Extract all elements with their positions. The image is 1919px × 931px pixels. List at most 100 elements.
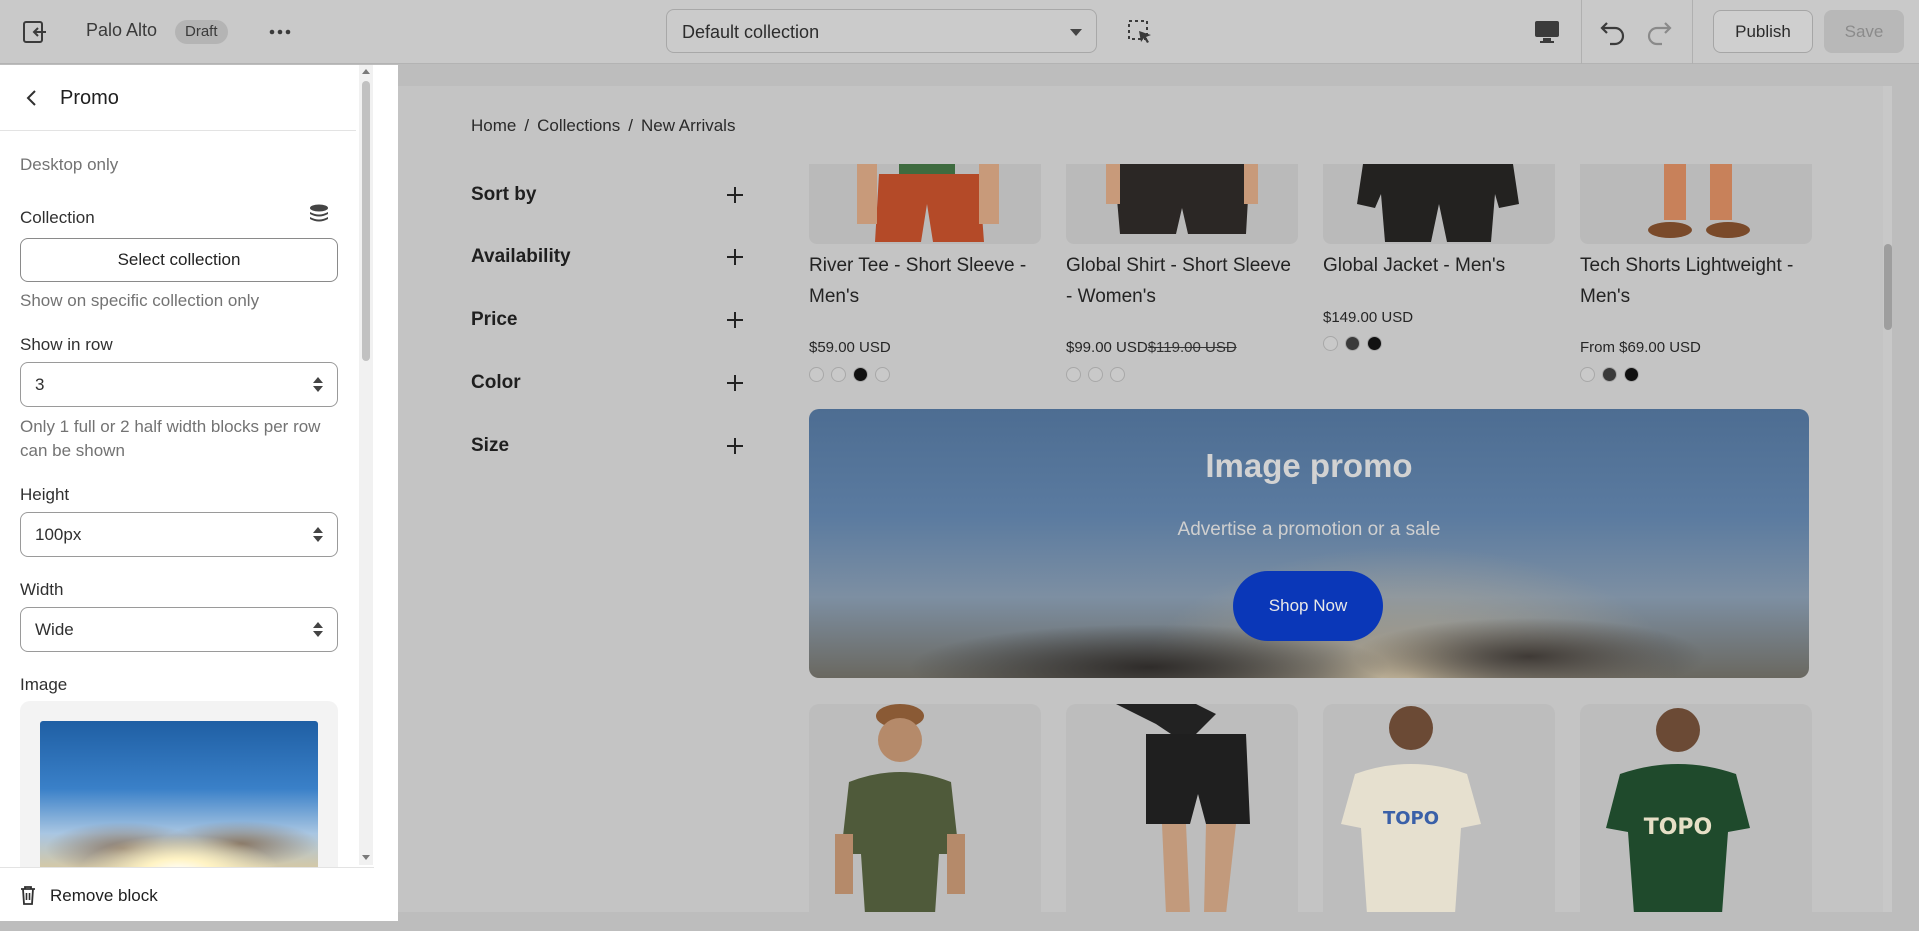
product-card[interactable]: TOPO: [1323, 704, 1555, 912]
color-swatch[interactable]: [809, 367, 824, 382]
remove-block-label: Remove block: [50, 886, 158, 905]
image-picker[interactable]: [20, 701, 338, 871]
select-arrows-icon: [313, 527, 323, 543]
scroll-down-icon[interactable]: [362, 855, 370, 860]
desktop-preview-icon[interactable]: [1532, 18, 1562, 46]
product-image[interactable]: [809, 164, 1041, 244]
panel-scrollbar-thumb[interactable]: [362, 81, 370, 361]
promo-title: Image promo: [1205, 447, 1413, 484]
filter-color[interactable]: Color: [471, 368, 743, 398]
color-swatch[interactable]: [875, 367, 890, 382]
collection-selector[interactable]: Default collection: [666, 9, 1097, 53]
filter-label: Availability: [471, 246, 571, 267]
height-label: Height: [20, 485, 70, 504]
product-image[interactable]: [1580, 164, 1812, 244]
breadcrumb-separator: /: [524, 116, 530, 135]
product-price-value: $99.00 USD: [1066, 339, 1148, 356]
more-options-icon[interactable]: [266, 18, 294, 46]
filter-size[interactable]: Size: [471, 431, 743, 461]
color-swatch[interactable]: [1323, 336, 1338, 351]
width-label: Width: [20, 580, 64, 599]
color-swatch[interactable]: [853, 367, 868, 382]
color-swatch[interactable]: [1602, 367, 1617, 382]
breadcrumb-home[interactable]: Home: [471, 116, 516, 135]
dynamic-source-icon[interactable]: [308, 203, 330, 227]
remove-block-button[interactable]: Remove block: [0, 867, 374, 921]
color-swatches: [809, 367, 897, 383]
exit-icon[interactable]: [20, 18, 48, 46]
product-price: $59.00 USD: [809, 339, 891, 356]
breadcrumb-collections[interactable]: Collections: [537, 116, 620, 135]
breadcrumb-current: New Arrivals: [640, 116, 736, 135]
promo-subtitle: Advertise a promotion or a sale: [1177, 519, 1441, 540]
filter-label: Sort by: [471, 184, 537, 205]
color-swatch[interactable]: [831, 367, 846, 382]
filter-availability[interactable]: Availability: [471, 242, 743, 272]
product-title[interactable]: River Tee - Short Sleeve - Men's: [809, 250, 1041, 312]
scroll-up-icon[interactable]: [362, 69, 370, 74]
storefront-preview: Home / Collections / New Arrivals Sort by Av…: [398, 86, 1892, 912]
product-photo-tee-cream: TOPO: [1341, 706, 1481, 912]
save-button[interactable]: Save: [1824, 10, 1904, 53]
color-swatch[interactable]: [1110, 367, 1125, 382]
inspect-select-icon[interactable]: [1126, 18, 1154, 46]
panel-header: Promo: [0, 65, 356, 131]
select-collection-button[interactable]: Select collection: [20, 238, 338, 282]
product-title[interactable]: Global Shirt - Short Sleeve - Women's: [1066, 250, 1298, 312]
color-swatch[interactable]: [1345, 336, 1360, 351]
back-arrow-icon[interactable]: [20, 86, 44, 110]
product-photo-shorts-black: [1116, 704, 1250, 912]
product-card[interactable]: TOPO: [1580, 704, 1812, 912]
breadcrumb-separator: /: [628, 116, 633, 135]
panel-scrollbar[interactable]: [359, 65, 373, 865]
color-swatch[interactable]: [1066, 367, 1081, 382]
width-select[interactable]: Wide: [20, 607, 338, 652]
shirt-graphic: TOPO: [1644, 815, 1713, 840]
shirt-graphic: TOPO: [1383, 808, 1439, 829]
color-swatches: [1580, 367, 1646, 383]
color-swatch[interactable]: [1580, 367, 1595, 382]
collection-label: Collection: [20, 208, 95, 227]
product-photo-shorts: [857, 164, 999, 242]
product-photo-shorts: [1357, 164, 1519, 242]
product-compare-price: $119.00 USD: [1147, 339, 1237, 356]
product-price: From $69.00 USD: [1580, 339, 1701, 356]
color-swatch[interactable]: [1624, 367, 1639, 382]
image-promo-block[interactable]: Image promo Advertise a promotion or a s…: [809, 409, 1809, 678]
show-in-row-value: 3: [35, 375, 45, 394]
color-swatch[interactable]: [1367, 336, 1382, 351]
filter-price[interactable]: Price: [471, 305, 743, 335]
color-swatch[interactable]: [1088, 367, 1103, 382]
plus-icon: [727, 187, 743, 203]
toolbar-divider: [1692, 0, 1693, 64]
product-title[interactable]: Tech Shorts Lightweight - Men's: [1580, 250, 1812, 312]
select-arrows-icon: [313, 377, 323, 393]
product-photo-shirt-olive: [835, 704, 965, 912]
filter-sort-by[interactable]: Sort by: [471, 180, 743, 210]
product-price-value: $149.00 USD: [1323, 309, 1414, 326]
select-arrows-icon: [313, 622, 323, 638]
image-thumbnail[interactable]: [40, 721, 318, 871]
plus-icon: [727, 438, 743, 454]
redo-icon[interactable]: [1644, 16, 1674, 46]
shop-now-button[interactable]: Shop Now: [1233, 571, 1383, 641]
filter-label: Size: [471, 435, 510, 456]
product-card[interactable]: [1066, 704, 1298, 912]
preview-scrollbar-thumb[interactable]: [1884, 244, 1892, 330]
product-image[interactable]: [1066, 164, 1298, 244]
product-price: $99.00 USD$119.00 USD: [1066, 339, 1237, 356]
panel-title: Promo: [60, 87, 119, 109]
publish-button[interactable]: Publish: [1713, 10, 1813, 53]
theme-name: Palo Alto: [86, 20, 158, 40]
product-price-value: $59.00 USD: [809, 339, 891, 356]
product-photo-tee-green: TOPO: [1606, 708, 1750, 912]
color-swatches: [1323, 336, 1389, 352]
product-card[interactable]: [809, 704, 1041, 912]
height-select[interactable]: 100px: [20, 512, 338, 557]
product-image[interactable]: [1323, 164, 1555, 244]
product-title[interactable]: Global Jacket - Men's: [1323, 250, 1555, 281]
show-in-row-select[interactable]: 3: [20, 362, 338, 407]
plus-icon: [727, 375, 743, 391]
preview-scrollbar[interactable]: [1883, 86, 1892, 912]
undo-icon[interactable]: [1598, 16, 1628, 46]
